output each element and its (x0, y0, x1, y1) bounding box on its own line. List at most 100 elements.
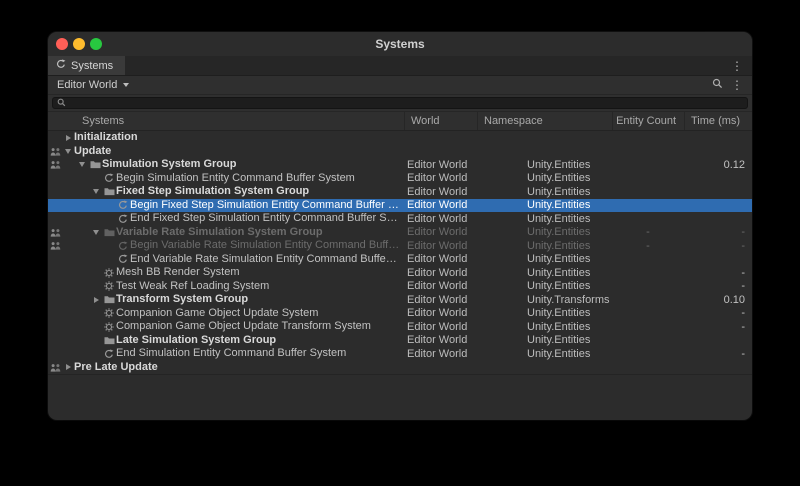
column-header-time-ms[interactable]: Time (ms) (684, 112, 752, 130)
expander-arrow[interactable] (76, 162, 88, 167)
cell-time-ms: - (684, 348, 752, 360)
cell-world: Editor World (404, 348, 477, 360)
tab-bar: Systems ⋮ (48, 56, 752, 76)
tree-row[interactable]: Begin Fixed Step Simulation Entity Comma… (48, 199, 752, 213)
row-label: Pre Late Update (74, 361, 162, 374)
toolbar-menu-icon[interactable]: ⋮ (731, 79, 743, 91)
world-dropdown-label: Editor World (57, 79, 117, 91)
tree-row[interactable]: Begin Simulation Entity Command Buffer S… (48, 172, 752, 186)
tree-row[interactable]: Simulation System Group Editor WorldUnity… (48, 158, 752, 172)
zoom-window-button[interactable] (90, 38, 102, 50)
tab-label: Systems (71, 60, 113, 72)
cell-namespace: Unity.Entities (477, 267, 612, 279)
cell-namespace: Unity.Entities (477, 321, 612, 333)
tree-rows: InitializationUpdateSimulation System Gr… (48, 131, 752, 375)
tree-row[interactable]: Initialization (48, 131, 752, 145)
row-label: End Simulation Entity Command Buffer Sys… (116, 347, 350, 360)
tree-cell: Late Simulation System Group (62, 334, 404, 347)
row-label: Simulation System Group (102, 158, 240, 171)
cell-world: Editor World (404, 159, 477, 171)
tree-row[interactable]: Companion Game Object Update Transform S… (48, 320, 752, 334)
tree-cell: Begin Fixed Step Simulation Entity Comma… (62, 199, 404, 212)
users-icon (48, 147, 62, 156)
expander-arrow[interactable] (62, 149, 74, 154)
table-header: Systems World Namespace Entity Count Tim… (48, 112, 752, 131)
tree-row[interactable]: Test Weak Ref Loading SystemEditor World… (48, 280, 752, 294)
cell-time-ms: 0.10 (684, 294, 752, 306)
cell-world: Editor World (404, 172, 477, 184)
ecb-icon (116, 254, 130, 264)
row-label: Update (74, 145, 115, 158)
expander-arrow[interactable] (90, 189, 102, 194)
cell-namespace: Unity.Entities (477, 159, 612, 171)
close-window-button[interactable] (56, 38, 68, 50)
tree-row[interactable]: End Fixed Step Simulation Entity Command… (48, 212, 752, 226)
tree-row[interactable]: Mesh BB Render SystemEditor WorldUnity.E… (48, 266, 752, 280)
users-icon (48, 228, 62, 237)
column-header-world[interactable]: World (404, 112, 477, 130)
tree-row[interactable]: Begin Variable Rate Simulation Entity Co… (48, 239, 752, 253)
tree-cell: Pre Late Update (62, 361, 404, 374)
row-label: Begin Variable Rate Simulation Entity Co… (130, 239, 404, 252)
row-label: Transform System Group (116, 293, 252, 306)
search-input[interactable] (52, 97, 748, 109)
expander-arrow[interactable] (90, 297, 102, 303)
tab-menu-icon[interactable]: ⋮ (731, 60, 743, 72)
cell-world: Editor World (404, 186, 477, 198)
row-label: Begin Simulation Entity Command Buffer S… (116, 172, 359, 185)
tree-row[interactable]: Companion Game Object Update SystemEdito… (48, 307, 752, 321)
tree-row[interactable]: Pre Late Update (48, 361, 752, 375)
cell-time-ms: - (684, 240, 752, 252)
tree-cell: Begin Simulation Entity Command Buffer S… (62, 172, 404, 185)
tree-row[interactable]: Late Simulation System GroupEditor World… (48, 334, 752, 348)
cell-namespace: Unity.Transforms (477, 294, 612, 306)
search-icon-small (57, 94, 66, 112)
cell-world: Editor World (404, 334, 477, 346)
users-icon (48, 363, 62, 372)
expander-arrow[interactable] (62, 364, 74, 370)
cell-time-ms: 0.12 (684, 159, 752, 171)
cell-time-ms: - (684, 226, 752, 238)
column-header-namespace[interactable]: Namespace (477, 112, 612, 130)
window-titlebar[interactable]: Systems (48, 32, 752, 56)
tree-row[interactable]: Transform System GroupEditor WorldUnity.… (48, 293, 752, 307)
search-icon[interactable] (712, 78, 723, 92)
cell-entity-count: - (612, 240, 684, 252)
tree-row[interactable]: Fixed Step Simulation System GroupEditor… (48, 185, 752, 199)
chevron-down-icon (123, 83, 129, 87)
cell-namespace: Unity.Entities (477, 186, 612, 198)
tree-row[interactable]: Variable Rate Simulation System Group Edi… (48, 226, 752, 240)
cell-world: Editor World (404, 321, 477, 333)
expander-arrow[interactable] (90, 230, 102, 235)
tree-cell: Initialization (62, 131, 404, 144)
cell-entity-count: - (612, 226, 684, 238)
tree-cell: Companion Game Object Update Transform S… (62, 320, 404, 333)
column-header-systems[interactable]: Systems (48, 112, 404, 130)
row-label: Variable Rate Simulation System Group (116, 226, 327, 239)
cell-namespace: Unity.Entities (477, 240, 612, 252)
tree-cell: Variable Rate Simulation System Group (62, 226, 404, 239)
minimize-window-button[interactable] (73, 38, 85, 50)
row-label: End Fixed Step Simulation Entity Command… (130, 212, 404, 225)
tree-row[interactable]: End Simulation Entity Command Buffer Sys… (48, 347, 752, 361)
traffic-lights (56, 38, 102, 50)
cell-world: Editor World (404, 253, 477, 265)
cell-namespace: Unity.Entities (477, 348, 612, 360)
system-icon (102, 281, 116, 291)
tree-row[interactable]: End Variable Rate Simulation Entity Comm… (48, 253, 752, 267)
tree-cell: Fixed Step Simulation System Group (62, 185, 404, 198)
row-label: Companion Game Object Update Transform S… (116, 320, 375, 333)
world-dropdown[interactable]: Editor World (48, 76, 138, 94)
ecb-icon (116, 214, 130, 224)
cell-time-ms: - (684, 280, 752, 292)
tree-row[interactable]: Update (48, 145, 752, 159)
toolbar: Editor World ⋮ (48, 76, 752, 95)
tab-systems[interactable]: Systems (48, 56, 125, 75)
ecb-icon (116, 200, 130, 210)
column-header-entity-count[interactable]: Entity Count (612, 112, 684, 130)
tree-cell: End Simulation Entity Command Buffer Sys… (62, 347, 404, 360)
cell-world: Editor World (404, 213, 477, 225)
expander-arrow[interactable] (62, 135, 74, 141)
cell-world: Editor World (404, 226, 477, 238)
users-icon (48, 241, 62, 250)
